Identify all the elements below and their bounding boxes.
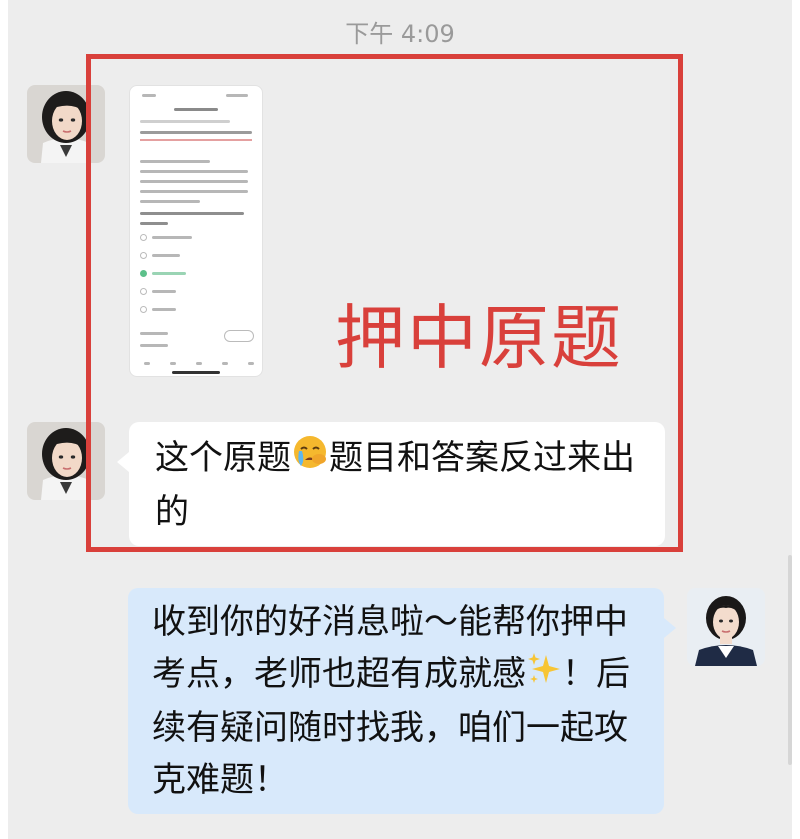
received-text-part-1: 这个原题: [155, 438, 291, 478]
phone-screenshot-thumbnail: [130, 86, 262, 376]
received-image-message[interactable]: [129, 85, 263, 377]
message-timestamp: 下午 4:09: [345, 20, 455, 48]
user-avatar-icon[interactable]: [687, 588, 765, 666]
scrollbar[interactable]: [788, 555, 792, 765]
received-text-bubble[interactable]: 这个原题 题目和答案反过来出的: [117, 422, 665, 546]
teacher-avatar-icon[interactable]: [27, 422, 105, 500]
sent-text-bubble[interactable]: 收到你的好消息啦～能帮你押中考点，老师也超有成就感 ！后续有疑问随时找我，咱们一起…: [128, 588, 676, 814]
annotation-stamp-text: 押中原题: [335, 297, 623, 379]
crying-face-emoji-icon: [291, 433, 329, 486]
teacher-avatar-icon[interactable]: [27, 85, 105, 163]
sparkles-emoji-icon: [526, 650, 562, 702]
